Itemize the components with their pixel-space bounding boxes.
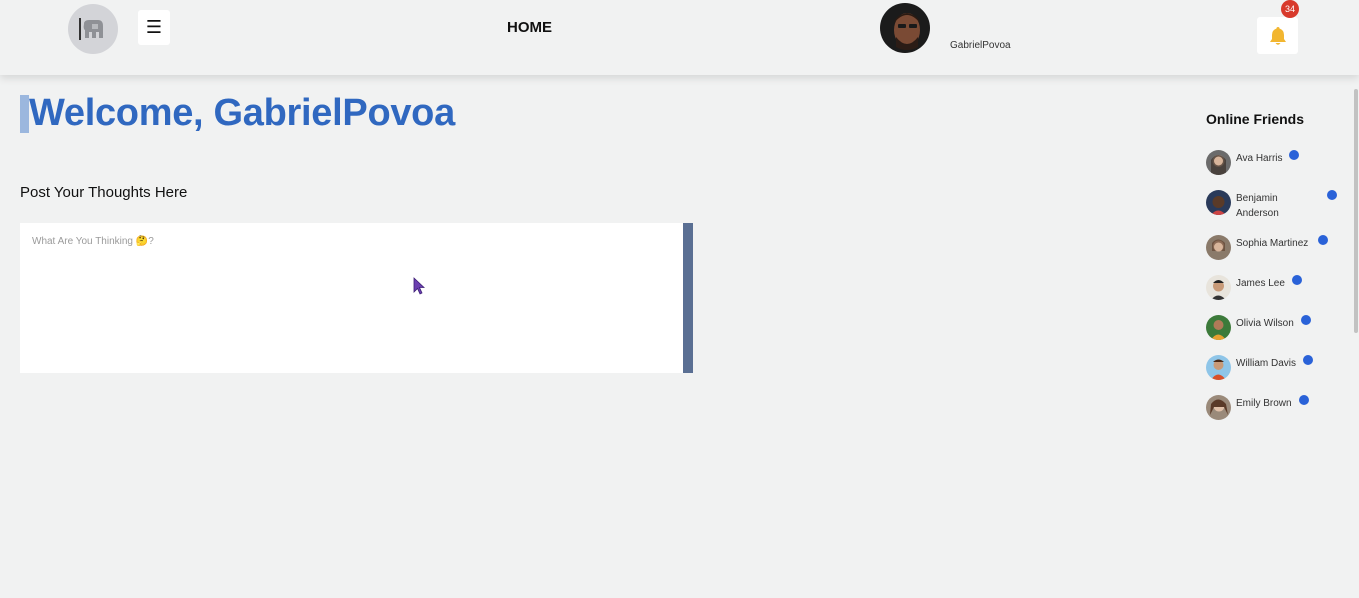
online-status-dot [1292,275,1302,285]
friend-name: Sophia Martinez [1236,238,1309,249]
friend-avatar [1206,150,1231,175]
elephant-logo-icon[interactable] [68,4,118,54]
notifications-button[interactable] [1257,17,1298,54]
hamburger-menu-button[interactable]: ☰ [138,10,170,45]
mouse-pointer-icon [413,277,426,295]
online-status-dot [1289,150,1299,160]
friend-item-benjamin-anderson[interactable]: Benjamin Anderson [1206,190,1306,221]
nav-username[interactable]: GabrielPovoa [950,40,1011,51]
online-status-dot [1303,355,1313,365]
online-status-dot [1299,395,1309,405]
friend-avatar [1206,275,1231,300]
friend-name: William Davis [1236,358,1296,369]
friend-item-sophia-martinez[interactable]: Sophia Martinez [1206,235,1308,260]
hamburger-menu-icon: ☰ [145,17,163,37]
online-friends-title: Online Friends [1206,111,1305,127]
friend-item-james-lee[interactable]: James Lee [1206,275,1285,300]
page-title: Welcome, GabrielPovoa [29,92,455,134]
user-avatar[interactable] [880,3,930,53]
welcome-heading: Welcome, GabrielPovoa [20,92,455,135]
post-textarea[interactable] [20,223,683,373]
online-status-dot [1327,190,1337,200]
friend-item-william-davis[interactable]: William Davis [1206,355,1296,380]
friend-name: Benjamin Anderson [1236,193,1279,219]
bell-icon [1269,26,1286,45]
friend-item-olivia-wilson[interactable]: Olivia Wilson [1206,315,1294,340]
post-section-label: Post Your Thoughts Here [20,184,188,201]
nav-home-link[interactable]: HOME [507,19,552,36]
friend-avatar [1206,355,1231,380]
notification-count-badge: 34 [1281,0,1299,18]
friend-name: Olivia Wilson [1236,318,1294,329]
friend-item-ava-harris[interactable]: Ava Harris [1206,150,1283,175]
friend-item-emily-brown[interactable]: Emily Brown [1206,395,1292,420]
online-status-dot [1301,315,1311,325]
friend-avatar [1206,395,1231,420]
page-scrollbar[interactable] [1354,89,1358,333]
text-selection-caret [20,94,29,133]
post-composer[interactable] [20,223,683,373]
top-navbar: ☰ HOME GabrielPovoa 34 [0,0,1359,75]
elephant-icon [83,20,103,38]
friend-name: Ava Harris [1236,153,1283,164]
friend-avatar [1206,235,1231,260]
friend-name: James Lee [1236,278,1285,289]
post-textarea-scrollbar[interactable] [683,223,693,373]
friend-name: Emily Brown [1236,398,1292,409]
online-status-dot [1318,235,1328,245]
friend-avatar [1206,315,1231,340]
friend-avatar [1206,190,1231,215]
